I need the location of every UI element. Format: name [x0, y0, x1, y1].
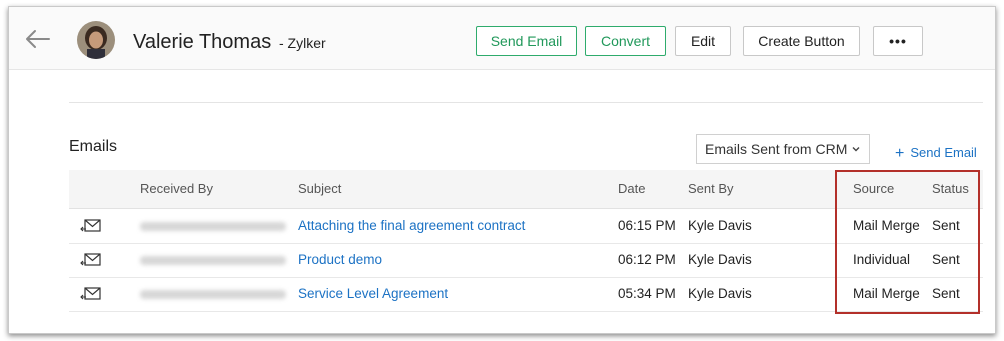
send-email-link-label: Send Email — [910, 145, 977, 160]
email-sent-by: Kyle Davis — [688, 252, 752, 267]
record-header: Valerie Thomas - Zylker Send Email Conve… — [9, 7, 995, 70]
email-filter-dropdown[interactable]: Emails Sent from CRM — [696, 134, 870, 164]
contact-name: Valerie Thomas — [133, 31, 272, 53]
back-arrow-icon[interactable] — [23, 27, 51, 51]
email-date: 06:15 PM — [618, 218, 676, 233]
more-options-button[interactable]: ••• — [873, 26, 923, 56]
recipient-email-blurred — [140, 222, 286, 231]
avatar — [77, 21, 115, 59]
mail-sent-icon — [80, 287, 101, 300]
recipient-email-blurred — [140, 256, 286, 265]
column-header-received-by: Received By — [140, 181, 213, 196]
chevron-down-icon — [852, 147, 860, 152]
section-divider — [69, 102, 983, 103]
email-sent-by: Kyle Davis — [688, 286, 752, 301]
email-date: 06:12 PM — [618, 252, 676, 267]
send-email-link[interactable]: + Send Email — [895, 144, 977, 162]
edit-button[interactable]: Edit — [675, 26, 731, 56]
send-email-button[interactable]: Send Email — [476, 26, 577, 56]
email-sent-by: Kyle Davis — [688, 218, 752, 233]
convert-button[interactable]: Convert — [585, 26, 666, 56]
mail-sent-icon — [80, 219, 101, 232]
plus-icon: + — [895, 145, 905, 162]
email-subject-link[interactable]: Product demo — [298, 252, 382, 267]
avatar-photo-icon — [77, 21, 115, 59]
source-status-highlight-box — [835, 170, 980, 314]
email-subject-link[interactable]: Attaching the final agreement contract — [298, 218, 525, 233]
record-detail-frame: Valerie Thomas - Zylker Send Email Conve… — [8, 6, 996, 334]
email-filter-value: Emails Sent from CRM — [705, 141, 848, 157]
email-subject-link[interactable]: Service Level Agreement — [298, 286, 448, 301]
create-button-button[interactable]: Create Button — [743, 26, 860, 56]
mail-sent-icon — [80, 253, 101, 266]
column-header-sent-by: Sent By — [688, 181, 734, 196]
column-header-date: Date — [618, 181, 646, 196]
email-date: 05:34 PM — [618, 286, 676, 301]
column-header-subject: Subject — [298, 181, 342, 196]
recipient-email-blurred — [140, 290, 286, 299]
company-name: - Zylker — [279, 35, 326, 51]
emails-section-title: Emails — [69, 138, 118, 155]
